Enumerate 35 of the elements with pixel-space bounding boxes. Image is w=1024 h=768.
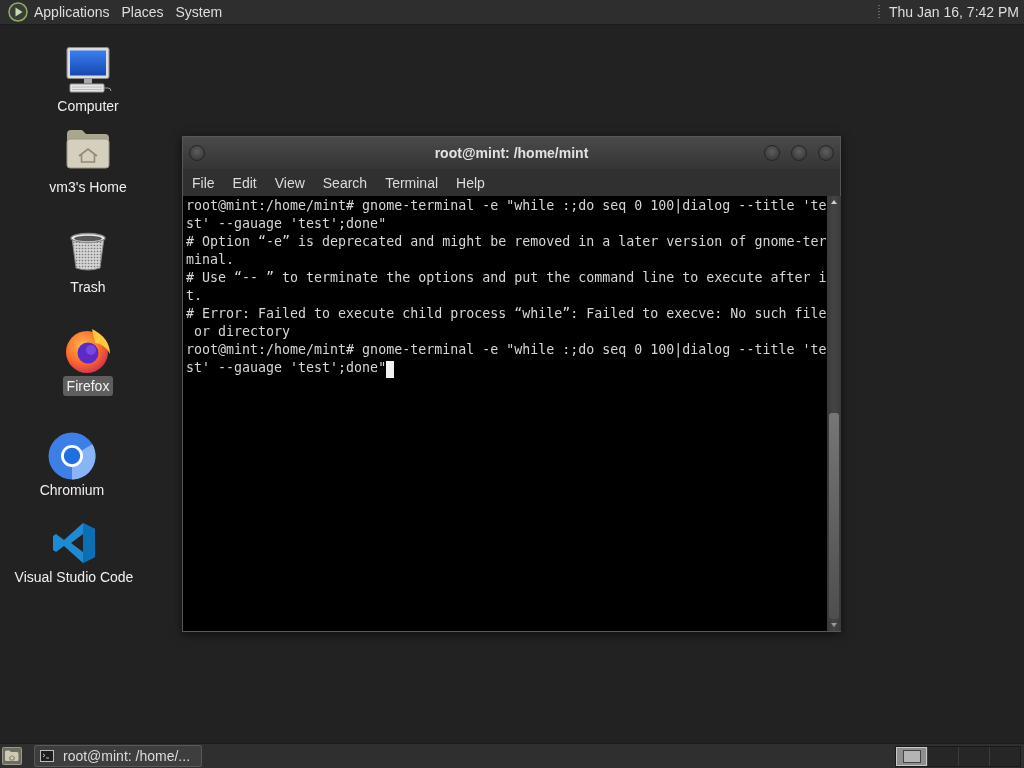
panel-menu-item[interactable]: System [169,0,229,24]
clock[interactable]: Thu Jan 16, 7:42 PM [889,1,1019,23]
scrollbar-thumb[interactable] [829,413,840,619]
window-thumbnail-icon [902,749,921,763]
desktop-icon-label[interactable]: vm3's Home [45,177,131,197]
browser-icon[interactable] [64,328,112,374]
menu-item[interactable]: Terminal [376,169,448,196]
computer-icon[interactable] [64,47,112,95]
desktop-icon-label[interactable]: Chromium [35,480,109,500]
browser-icon[interactable] [48,432,96,480]
terminal-line: # Use “-- ” to terminate the options and put the command line to execute after it. [186,270,827,303]
drag-handle-icon[interactable] [878,4,881,20]
code-editor-icon[interactable] [52,522,96,564]
desktop-icon-label[interactable]: Computer [53,96,123,116]
panel-menu-item[interactable]: Applications [28,0,116,24]
panel-menu-item[interactable]: Places [115,0,170,24]
desktop-icon-label[interactable]: Firefox [62,376,114,396]
menu-item[interactable]: File [183,169,224,196]
menu-item[interactable]: Search [313,169,377,196]
terminal-line: # Option “-e” is deprecated and might be removed in a later version of gnome-terminal. [186,234,827,267]
scrollbar[interactable] [827,196,842,631]
terminal-icon [40,750,54,762]
desktop-icon[interactable] [2,747,22,765]
taskbar-button[interactable]: root@mint: /home/... [34,745,202,767]
window-title: root@mint: /home/mint [434,143,589,163]
menu-item[interactable]: Edit [223,169,266,196]
terminal-line: root@mint:/home/mint# gnome-terminal -e "while :;do seq 0 100|dialog --title 'test' --gauage 'test';done" [186,198,827,231]
terminal-line: root@mint:/home/mint# gnome-terminal -e "while :;do seq 0 100|dialog --title 'test' --gauage 'test';done" [186,342,827,375]
trash-icon[interactable] [69,232,107,272]
desktop-icon-label[interactable]: Visual Studio Code [10,567,138,587]
home-folder-icon[interactable] [66,129,110,169]
desktop-icon-label[interactable]: Trash [66,277,110,297]
menu-item[interactable]: View [265,169,314,196]
menu-item[interactable]: Help [447,169,494,196]
logo-icon[interactable] [8,2,28,22]
